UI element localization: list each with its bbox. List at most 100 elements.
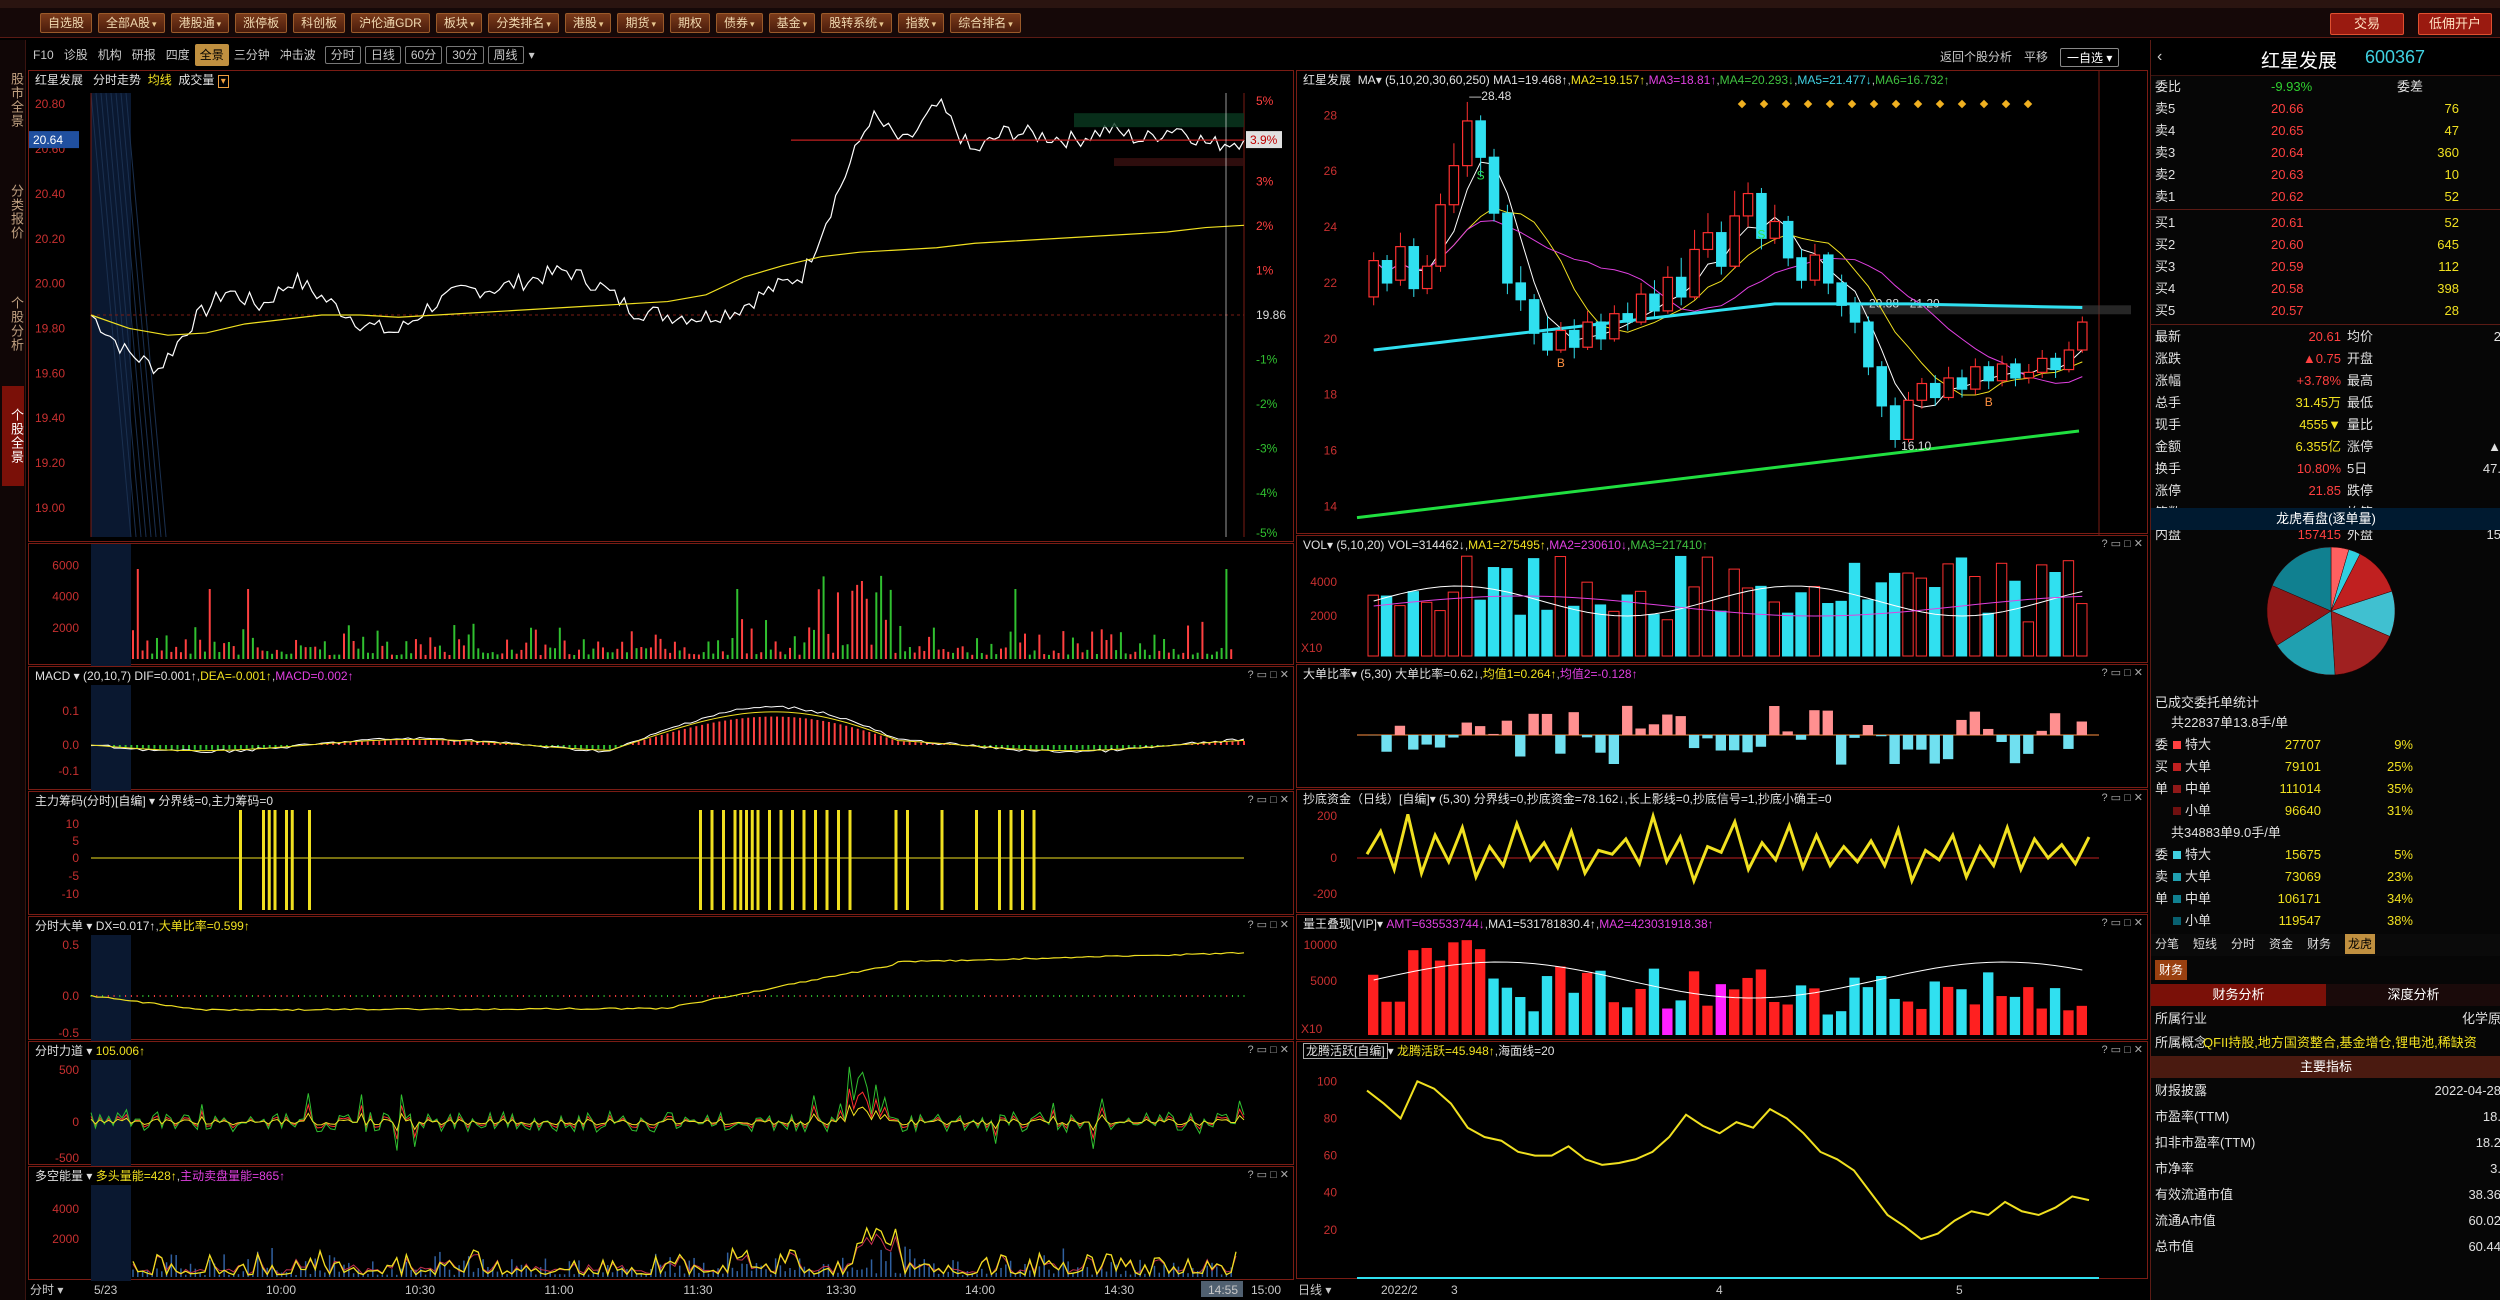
vk-bar xyxy=(1461,940,1472,1035)
left-tab-2[interactable]: 个股分析 xyxy=(2,274,24,374)
menu-item-4[interactable]: 科创板 xyxy=(293,12,346,33)
pct-tick: -3% xyxy=(1256,442,1278,456)
period-tab-3[interactable]: 研报 xyxy=(127,44,161,66)
dvol-bar xyxy=(1835,600,1847,657)
watchlist-mode-select[interactable]: 一自选 ▾ xyxy=(2060,48,2120,67)
menu-item-2[interactable]: 港股通 ▾ xyxy=(170,12,230,33)
chevron-down-icon[interactable]: ▾ xyxy=(524,44,540,66)
menu-item-8[interactable]: 港股 ▾ xyxy=(564,12,612,33)
period-tab-9[interactable]: 日线 xyxy=(364,46,401,64)
date-tick: 4 xyxy=(1716,1283,1723,1297)
intraday-chart[interactable]: 20.8020.6020.4020.2020.0019.8019.6019.40… xyxy=(29,71,1295,543)
left-tab-3[interactable]: 个股全景 xyxy=(2,386,24,486)
low-label: 16.10 xyxy=(1901,439,1931,453)
quote-tab-1[interactable]: 短线 xyxy=(2193,934,2217,954)
menu-item-label: 自选股 xyxy=(48,15,85,30)
back-to-analysis-button[interactable]: 返回个股分析 xyxy=(1940,48,2012,67)
menu-item-12[interactable]: 基金 ▾ xyxy=(768,12,816,33)
ratio-bar xyxy=(1795,735,1807,740)
stat-row-cell: 涨跌 xyxy=(2155,351,2182,366)
force-pane: 分时力道 ▾ 105.006↑ ? ▭ □ ✕ 500 0 -500 xyxy=(28,1041,1294,1166)
candle-body xyxy=(2063,349,2075,371)
ratio-bar xyxy=(1969,711,1981,735)
vk-bar xyxy=(1715,984,1726,1035)
period-tab-10[interactable]: 60分 xyxy=(404,46,443,64)
menu-item-label: 分类排名 xyxy=(496,15,545,30)
ask-row-cell: 20.62 xyxy=(2271,189,2304,204)
menu-item-6[interactable]: 板块 ▾ xyxy=(435,12,483,33)
period-tab-12[interactable]: 周线 xyxy=(487,46,524,64)
open-account-button[interactable]: 低佣开户 xyxy=(2418,13,2492,35)
quote-tab-0[interactable]: 分笔 xyxy=(2155,934,2179,954)
menu-item-3[interactable]: 涨停板 xyxy=(235,12,288,33)
daily-kline-chart[interactable]: 282624222018161420.88 - 21.20—28.4816.10… xyxy=(1297,71,2149,535)
period-tab-6[interactable]: 三分钟 xyxy=(229,44,275,66)
ask-row-cell: 卖3 xyxy=(2155,145,2176,160)
menu-item-5[interactable]: 沪伦通GDR xyxy=(351,12,430,33)
quote-tab-2[interactable]: 分时 xyxy=(2231,934,2255,954)
period-tab-0[interactable]: F10 xyxy=(28,44,59,66)
daily-price-tick: 28 xyxy=(1324,108,1338,122)
sell-row-cell: 小单 xyxy=(2185,913,2212,928)
bid-row: 买5 20.57 28 xyxy=(2151,300,2500,322)
chevron-down-icon: ▾ xyxy=(598,18,604,29)
candle-body xyxy=(1475,120,1486,158)
menu-item-1[interactable]: 全部A股 ▾ xyxy=(98,12,165,33)
quote-tab-4[interactable]: 财务 xyxy=(2307,934,2331,954)
quote-tab-5[interactable]: 龙虎 xyxy=(2345,934,2376,954)
pct-tick: -2% xyxy=(1256,397,1278,411)
bid-row-cell: 20.59 xyxy=(2271,259,2304,274)
left-tab-1[interactable]: 分类报价 xyxy=(2,162,24,262)
fin-analysis-tab[interactable]: 财务分析 xyxy=(2151,984,2326,1006)
left-tab-0[interactable]: 股市全景 xyxy=(2,50,24,150)
period-tab-11[interactable]: 30分 xyxy=(446,46,484,64)
menu-item-10[interactable]: 期权 xyxy=(670,12,711,33)
menu-item-15[interactable]: 综合排名 ▾ xyxy=(950,12,1021,33)
finance-tab[interactable]: 财务 xyxy=(2155,960,2188,980)
menu-item-label: 沪伦通GDR xyxy=(359,15,422,30)
candle-body xyxy=(2050,357,2061,371)
back-arrow-icon[interactable]: ‹ xyxy=(2157,48,2162,66)
stat-row-cell: 5日 xyxy=(2347,461,2368,476)
menu-item-11[interactable]: 债券 ▾ xyxy=(716,12,763,33)
force-green-line xyxy=(90,1066,1245,1151)
period-tab-2[interactable]: 机构 xyxy=(93,44,127,66)
webi-row-cell: 委差 xyxy=(2397,79,2424,94)
vk-bar xyxy=(1662,1008,1673,1035)
dvol-bar xyxy=(1995,562,2008,657)
menu-item-0[interactable]: 自选股 xyxy=(40,12,93,33)
candle-body xyxy=(1448,165,1460,206)
period-tab-8[interactable]: 分时 xyxy=(324,46,361,64)
period-tab-1[interactable]: 诊股 xyxy=(59,44,93,66)
dragon-active-pane: 龙腾活跃[自编] ▾ 龙腾活跃=45.948↑,海面线=20 ? ▭ □ ✕ 10… xyxy=(1296,1041,2148,1279)
candle-body xyxy=(1782,220,1794,259)
sell-marker: S xyxy=(1757,227,1765,241)
period-tab-5[interactable]: 全景 xyxy=(194,44,229,66)
deep-analysis-tab[interactable]: 深度分析 xyxy=(2326,984,2500,1006)
menu-item-9[interactable]: 期货 ▾ xyxy=(617,12,664,33)
ratio-bar xyxy=(1434,735,1446,748)
ratio-bar xyxy=(1394,725,1406,735)
price-tick: 19.20 xyxy=(35,456,65,470)
chevron-down-icon: ▾ xyxy=(216,18,222,29)
dvol-bar xyxy=(1929,587,1941,657)
period-tab-7[interactable]: 冲击波 xyxy=(275,44,321,66)
period-tab-4[interactable]: 四度 xyxy=(161,44,195,66)
vk-bar xyxy=(1622,1007,1633,1035)
menu-item-7[interactable]: 分类排名 ▾ xyxy=(488,12,559,33)
menu-item-13[interactable]: 股转系统 ▾ xyxy=(821,12,892,33)
webi-row: 委比 -9.93% 委差 xyxy=(2151,76,2500,98)
long-short-chart: 4000 2000 xyxy=(52,1185,1237,1281)
daily-price-tick: 18 xyxy=(1324,388,1338,402)
pan-button[interactable]: 平移 xyxy=(2024,48,2048,67)
industry-row: 所属行业 化学原 xyxy=(2151,1008,2500,1030)
fin-row-cell: 有效流通市值 xyxy=(2155,1187,2234,1202)
ratio-bar xyxy=(1675,716,1686,735)
quote-tab-3[interactable]: 资金 xyxy=(2269,934,2293,954)
menu-item-14[interactable]: 指数 ▾ xyxy=(897,12,945,33)
stat-row-cell: 最新 xyxy=(2155,329,2182,344)
divider xyxy=(2151,209,2500,210)
trade-button[interactable]: 交易 xyxy=(2330,13,2404,35)
candle-body xyxy=(1943,377,1954,399)
dvol-bar xyxy=(1420,601,1433,657)
